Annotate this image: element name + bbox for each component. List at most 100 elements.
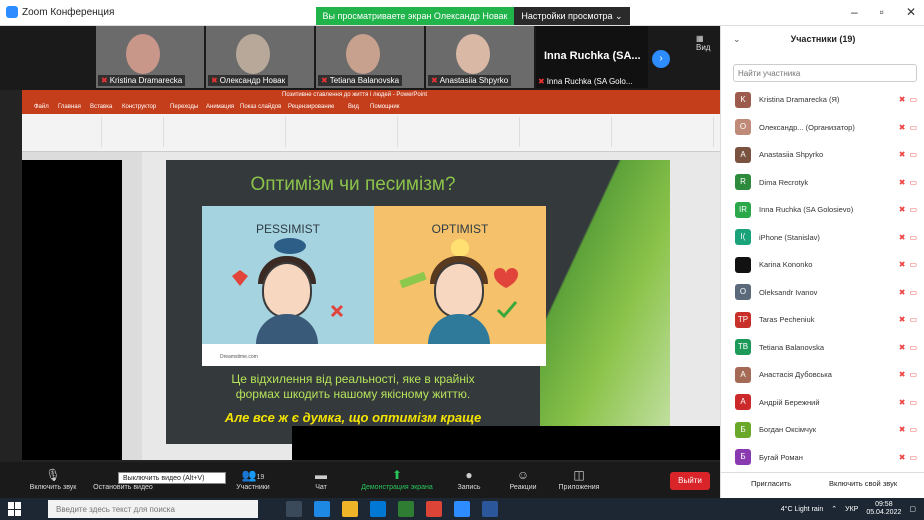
participant-row[interactable]: О Олександр... (Организатор) ✖ ▭ xyxy=(721,114,924,142)
participant-row[interactable]: Karina Kononko ✖ ▭ xyxy=(721,251,924,279)
ppt-tab[interactable]: Переходы xyxy=(170,104,198,110)
weather-text[interactable]: 4°C Light rain xyxy=(781,506,824,513)
ppt-tab[interactable]: Анимация xyxy=(206,104,234,110)
chevron-down-icon[interactable]: ⌄ xyxy=(733,34,741,45)
pessimist-panel: PESSIMIST xyxy=(202,206,374,344)
ppt-tab[interactable]: Главная xyxy=(58,104,81,110)
ppt-tab[interactable]: Показ слайдов xyxy=(240,104,281,110)
zoom-window: Zoom Конференция Вы просматриваете экран… xyxy=(0,0,924,520)
network-icon[interactable]: ⌃ xyxy=(831,505,837,513)
mic-muted-icon: ✖ xyxy=(321,76,328,85)
participants-button[interactable]: 👥19 Участники xyxy=(218,468,288,491)
participant-row[interactable]: A Anastasiia Shpyrko ✖ ▭ xyxy=(721,141,924,169)
ppt-tab[interactable]: Вставка xyxy=(90,104,112,110)
mic-muted-icon: ✖ xyxy=(898,315,906,325)
zoom-app-icon[interactable] xyxy=(454,501,470,517)
participant-row[interactable]: А Андрій Бережний ✖ ▭ xyxy=(721,389,924,417)
mic-muted-icon: ✖ xyxy=(898,397,906,407)
participant-status-icons: ✖ ▭ xyxy=(899,343,917,352)
unmute-self-button[interactable]: Включить свой звук xyxy=(829,479,897,488)
task-view-icon[interactable] xyxy=(286,501,302,517)
ppt-tab[interactable]: Помощник xyxy=(370,104,399,110)
mic-muted-icon: ✖ xyxy=(898,95,906,105)
participant-row[interactable]: Б Богдан Оксімчук ✖ ▭ xyxy=(721,416,924,444)
participant-row[interactable]: Б Бугай Роман ✖ ▭ xyxy=(721,444,924,472)
store-icon[interactable] xyxy=(398,501,414,517)
ppt-tab[interactable]: Вид xyxy=(348,104,359,110)
app-title-text: Zoom Конференция xyxy=(22,6,115,18)
close-button[interactable]: ✕ xyxy=(906,5,916,19)
participant-avatar: K xyxy=(735,91,751,108)
stop-video-tooltip: Выключить видео (Alt+V) xyxy=(118,472,226,484)
ppt-ribbon xyxy=(22,114,720,152)
video-thumb[interactable]: ✖ Anastasiia Shpyrko xyxy=(426,26,534,88)
participant-name: Kristina Dramarecka (Я) xyxy=(759,95,840,105)
participant-row[interactable]: А Анастасія Дубовська ✖ ▭ xyxy=(721,361,924,389)
mail-icon[interactable] xyxy=(370,501,386,517)
windows-start-icon[interactable] xyxy=(8,502,22,516)
camera-off-icon: ▭ xyxy=(909,315,917,325)
participant-row[interactable]: IR Inna Ruchka (SA Golosievo) ✖ ▭ xyxy=(721,196,924,224)
video-thumb-name-only[interactable]: Inna Ruchka (SA... ✖ Inna Ruchka (SA Golo… xyxy=(536,26,648,88)
view-button[interactable]: ▦ Вид xyxy=(696,34,720,52)
ppt-ribbon-tabs: Файл Главная Вставка Конструктор Переход… xyxy=(22,102,720,114)
camera-off-icon: ▭ xyxy=(909,150,917,160)
language-indicator[interactable]: УКР xyxy=(845,506,858,513)
leave-button[interactable]: Выйти xyxy=(670,472,710,490)
ppt-tab[interactable]: Рецензирование xyxy=(288,104,334,110)
ppt-tab[interactable]: Конструктор xyxy=(122,104,156,110)
ppt-tab[interactable]: Файл xyxy=(34,104,49,110)
video-label: ✖ Tetiana Balanovska xyxy=(318,75,403,86)
share-screen-button[interactable]: ⬆ Демонстрация экрана xyxy=(354,468,440,491)
participants-title: Участники (19) xyxy=(790,34,856,44)
apps-grid-icon: ◫ xyxy=(573,468,585,482)
next-page-arrow-icon[interactable]: › xyxy=(652,50,670,68)
video-thumb[interactable]: ✖ Kristina Dramarecka xyxy=(96,26,204,88)
participant-avatar: Б xyxy=(735,449,751,466)
participant-row[interactable]: I(iPhone (Stanislav) ✖ ▭ xyxy=(721,224,924,252)
participant-row[interactable]: TB Tetiana Balanovska ✖ ▭ xyxy=(721,334,924,362)
taskbar-search-input[interactable] xyxy=(48,500,258,518)
share-banner: Вы просматриваете экран Олександр Новак xyxy=(316,7,514,25)
camera-off-icon: ▭ xyxy=(909,95,917,105)
pessimist-face xyxy=(262,262,312,318)
black-overlay xyxy=(22,160,122,460)
participant-row[interactable]: O Oleksandr Ivanov ✖ ▭ xyxy=(721,279,924,307)
share-screen-icon: ⬆ xyxy=(391,468,403,482)
participant-status-icons: ✖ ▭ xyxy=(899,260,917,269)
file-explorer-icon[interactable] xyxy=(342,501,358,517)
clock[interactable]: 09:58 05.04.2022 xyxy=(866,501,901,517)
participant-face xyxy=(456,34,490,74)
participant-name: Tetiana Balanovska xyxy=(759,342,825,352)
participant-row[interactable]: K Kristina Dramarecka (Я) ✖ ▭ xyxy=(721,86,924,114)
participant-search-input[interactable] xyxy=(733,64,917,82)
video-thumb[interactable]: ✖ Олександр Новак xyxy=(206,26,314,88)
ribbon-group xyxy=(26,117,102,147)
participant-status-icons: ✖ ▭ xyxy=(899,425,917,434)
apps-button[interactable]: ◫ Приложения xyxy=(544,468,614,491)
word-icon[interactable] xyxy=(482,501,498,517)
maximize-button[interactable]: ▫ xyxy=(880,5,884,19)
participant-name: Бугай Роман xyxy=(759,452,803,462)
participant-row[interactable]: TP Taras Pecheniuk ✖ ▭ xyxy=(721,306,924,334)
participant-face xyxy=(126,34,160,74)
chat-button[interactable]: ▬ Чат xyxy=(286,468,356,491)
minimize-button[interactable]: – xyxy=(851,5,858,19)
video-label: ✖ Inna Ruchka (SA Golo... xyxy=(538,77,633,86)
mic-muted-icon: ✖ xyxy=(898,425,906,435)
participant-status-icons: ✖ ▭ xyxy=(899,370,917,379)
camera-off-icon: ▭ xyxy=(909,177,917,187)
participant-row[interactable]: R Dima Recrotyk ✖ ▭ xyxy=(721,169,924,197)
unmute-button[interactable]: 🎙 Включить звук xyxy=(18,468,88,491)
invite-button[interactable]: Пригласить xyxy=(751,479,791,488)
participants-icon: 👥19 xyxy=(241,468,265,482)
view-options-button[interactable]: Настройки просмотра ⌄ xyxy=(514,7,630,25)
participant-name: Karina Kononko xyxy=(759,260,813,270)
notifications-icon[interactable]: ▢ xyxy=(909,505,916,513)
participants-list: K Kristina Dramarecka (Я) ✖ ▭ О Олександр... … xyxy=(721,86,924,471)
chrome-icon[interactable] xyxy=(426,501,442,517)
video-thumb[interactable]: ✖ Tetiana Balanovska xyxy=(316,26,424,88)
video-strip: ✖ Kristina Dramarecka ✖ Олександр Новак ✖ T… xyxy=(0,26,720,90)
window-controls: – ▫ ✕ xyxy=(851,5,916,19)
edge-browser-icon[interactable] xyxy=(314,501,330,517)
